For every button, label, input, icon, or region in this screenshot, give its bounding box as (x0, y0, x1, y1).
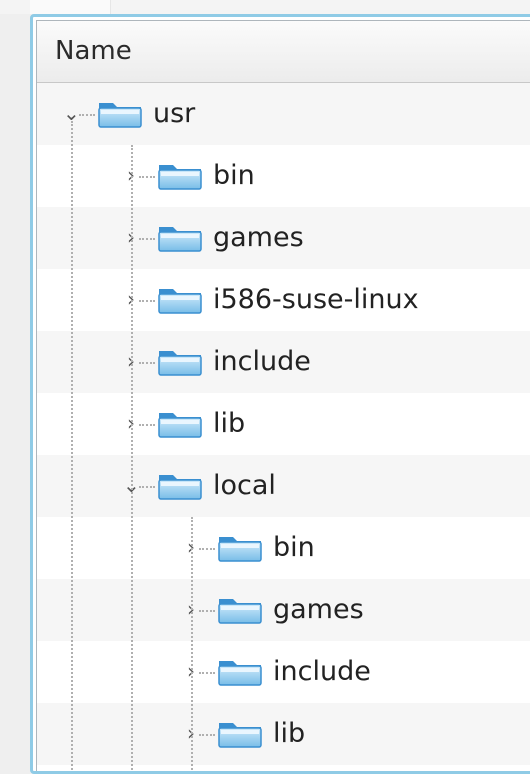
folder-icon (217, 531, 263, 563)
tree-guide-line (131, 145, 133, 771)
tree-connector (199, 610, 215, 612)
tree-item-label: bin (273, 532, 315, 563)
tree-connector (199, 672, 215, 674)
tree-item-label: bin (213, 160, 255, 191)
folder-icon (217, 717, 263, 749)
tree-connector (139, 300, 155, 302)
tree-connector (139, 176, 155, 178)
file-tree-view[interactable]: Name ⌄ usr › bin › games › i586-suse-linux › incl… (30, 14, 530, 774)
tree-row[interactable]: › include (37, 331, 530, 393)
column-header-name[interactable]: Name (37, 21, 530, 83)
folder-icon (157, 283, 203, 315)
tree-connector (199, 548, 215, 550)
tree-guide-line (71, 121, 73, 771)
folder-icon (217, 655, 263, 687)
chevron-down-icon[interactable]: ⌄ (63, 103, 80, 123)
tree-item-label: i586-suse-linux (213, 284, 419, 315)
tree-row[interactable]: › lib (37, 703, 530, 765)
tree-row[interactable]: ⌄ usr (37, 83, 530, 145)
folder-icon (157, 159, 203, 191)
tree-item-label: games (213, 222, 304, 253)
tree-row[interactable]: › include (37, 641, 530, 703)
tree-connector (139, 424, 155, 426)
tree-row[interactable]: › bin (37, 145, 530, 207)
folder-icon (97, 97, 143, 129)
tree-row[interactable]: › games (37, 207, 530, 269)
folder-icon (157, 345, 203, 377)
column-header-label: Name (55, 36, 132, 66)
tree-connector (139, 486, 155, 488)
folder-icon (157, 407, 203, 439)
tree-row[interactable]: › i586-suse-linux (37, 269, 530, 331)
tree-guide-line (191, 517, 193, 771)
folder-icon (157, 469, 203, 501)
tree-row[interactable]: › games (37, 579, 530, 641)
tree-connector (199, 734, 215, 736)
tree-item-label: usr (153, 98, 196, 129)
tree-item-label: games (273, 594, 364, 625)
tree-item-label: lib (213, 408, 246, 439)
tree-row[interactable]: › bin (37, 517, 530, 579)
folder-icon (157, 221, 203, 253)
tree-connector (139, 362, 155, 364)
tree-item-label: include (213, 346, 311, 377)
tree-item-label: lib (273, 718, 306, 749)
tree-connector (79, 114, 95, 116)
tree-viewport[interactable]: Name ⌄ usr › bin › games › i586-suse-linux › incl… (36, 20, 530, 771)
tree-row[interactable]: ⌄ local (37, 455, 530, 517)
tree-item-label: local (213, 470, 276, 501)
tree-connector (139, 238, 155, 240)
folder-icon (217, 593, 263, 625)
tree-item-label: include (273, 656, 371, 687)
tree-row[interactable]: › lib (37, 393, 530, 455)
tab-edge (30, 0, 111, 14)
